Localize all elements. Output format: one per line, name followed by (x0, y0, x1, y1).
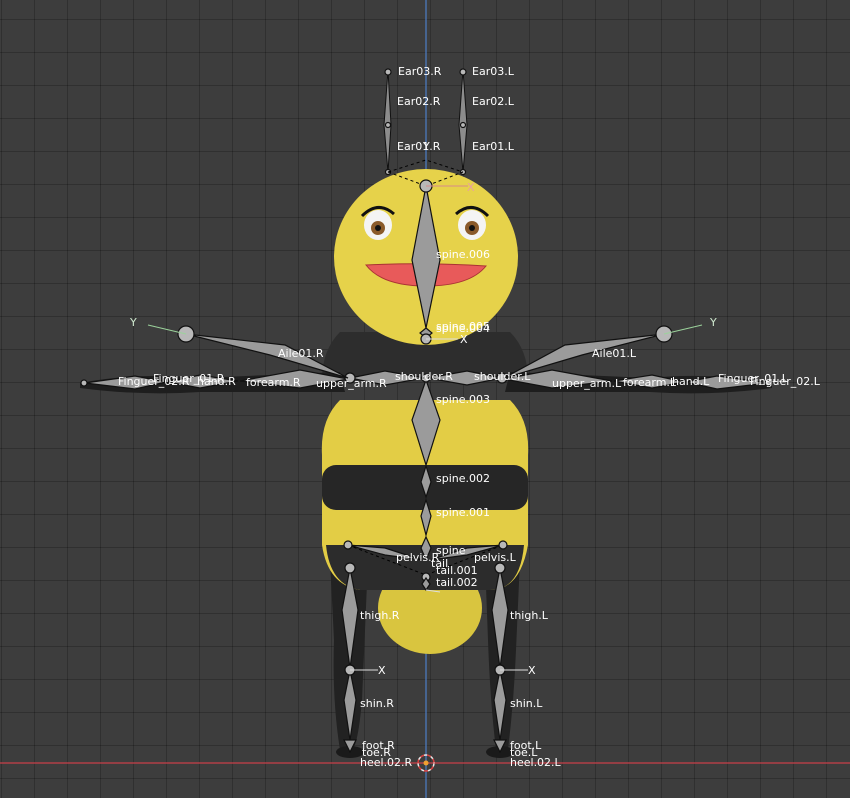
armature-scene[interactable]: X Y X Y Y X X Ear03.R Ear03.L Ear02.R Ea… (0, 0, 850, 798)
label-spine-002: spine.002 (436, 472, 490, 485)
axis-y-label-wing-r: Y (129, 316, 137, 329)
joint-ear02-l[interactable] (459, 121, 467, 129)
joint-ear03-l[interactable] (459, 68, 467, 76)
label-shin-l: shin.L (510, 697, 543, 710)
axis-x-label-knee-l: X (528, 664, 536, 677)
axis-y-label-wing-l: Y (709, 316, 717, 329)
bone-ear-l[interactable] (458, 69, 468, 173)
label-tail-002: tail.002 (436, 576, 478, 589)
3d-viewport[interactable]: X Y X Y Y X X Ear03.R Ear03.L Ear02.R Ea… (0, 0, 850, 798)
label-upper-arm-r: upper_arm.R (316, 377, 387, 390)
label-aile01-l: Aile01.L (592, 347, 637, 360)
label-forearm-r: forearm.R (246, 376, 301, 389)
label-spine-004: spine.004 (436, 322, 490, 335)
pupil-left-dot (469, 225, 475, 231)
label-upper-arm-l: upper_arm.L (552, 377, 622, 390)
label-shoulder-l: shoulder.L (474, 370, 531, 383)
joint-ear02-r[interactable] (384, 121, 392, 129)
label-spine-003: spine.003 (436, 393, 490, 406)
label-thigh-r: thigh.R (360, 609, 400, 622)
joint-ear03-r[interactable] (384, 68, 392, 76)
label-pelvis-l: pelvis.L (474, 551, 517, 564)
label-spine-001: spine.001 (436, 506, 490, 519)
label-finguer02-l: Finguer_02.L (750, 375, 821, 388)
label-forearm-l: forearm.L (623, 376, 677, 389)
label-ear02-l: Ear02.L (472, 95, 515, 108)
label-ear03-l: Ear03.L (472, 65, 515, 78)
label-ear01-l: Ear01.L (472, 140, 515, 153)
label-thigh-l: thigh.L (510, 609, 549, 622)
label-aile01-r: Aile01.R (278, 347, 324, 360)
label-heel02-r: heel.02.R (360, 756, 413, 769)
label-shoulder-r: shoulder.R (395, 370, 453, 383)
joint-thigh-l[interactable] (494, 562, 506, 574)
bone-ear-r[interactable] (383, 69, 392, 173)
label-ear03-r: Ear03.R (398, 65, 442, 78)
label-ear01-r: Ear01.R (397, 140, 441, 153)
pupil-right-dot (375, 225, 381, 231)
label-shin-r: shin.R (360, 697, 394, 710)
label-hand-r: hand.R (197, 375, 236, 388)
label-ear02-r: Ear02.R (397, 95, 441, 108)
label-spine-006: spine.006 (436, 248, 490, 261)
joint-finger-r[interactable] (80, 379, 88, 387)
label-hand-l: hand.L (672, 375, 710, 388)
axis-x-label-knee-r: X (378, 664, 386, 677)
label-spine: spine (436, 544, 466, 557)
joint-pelvis-r[interactable] (343, 540, 353, 550)
joint-pelvis-l[interactable] (498, 540, 508, 550)
axis-x-label-head: X (467, 181, 475, 194)
joint-thigh-r[interactable] (344, 562, 356, 574)
label-heel02-l: heel.02.L (510, 756, 562, 769)
